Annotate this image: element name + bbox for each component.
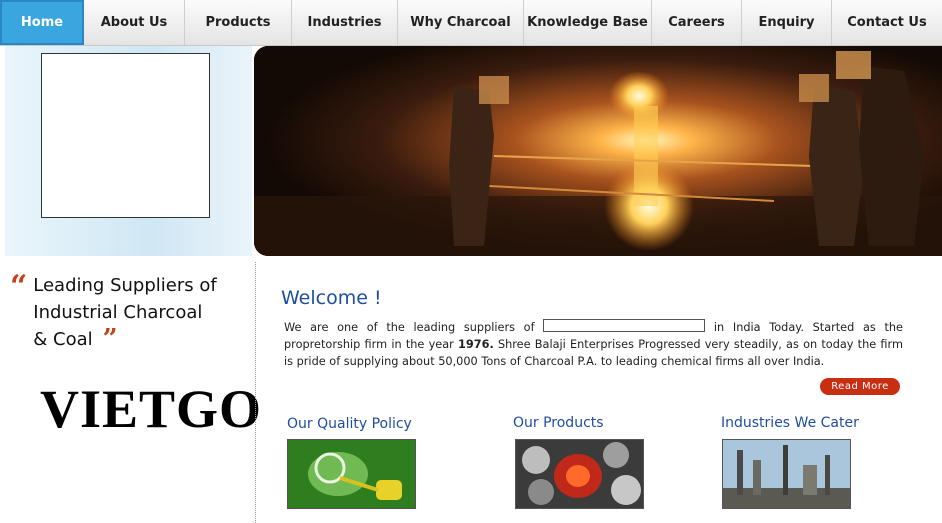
tagline: “ Leading Suppliers of Industrial Charco… [10,272,250,353]
read-more-button[interactable]: Read More [820,378,900,395]
column-divider [255,262,256,523]
logo-panel [5,46,252,256]
quality-policy-image[interactable] [287,439,416,509]
nav-careers[interactable]: Careers [652,0,742,45]
open-quote-icon: “ [10,269,28,304]
nav-home[interactable]: Home [0,0,84,45]
welcome-paragraph: We are one of the leading suppliers of i… [284,319,903,370]
quality-policy-title[interactable]: Our Quality Policy [287,416,412,432]
hero-banner-image [254,46,942,256]
industries-we-cater-title[interactable]: Industries We Cater [721,415,859,431]
nav-products[interactable]: Products [185,0,292,45]
welcome-year: 1976. [458,338,494,351]
watermark-text: VIETGO [40,379,263,439]
nav-contact-us[interactable]: Contact Us [832,0,942,45]
logo-placeholder[interactable] [41,53,210,218]
nav-industries[interactable]: Industries [292,0,398,45]
tagline-line-2: Industrial Charcoal [33,302,203,323]
welcome-text-1: We are one of the leading suppliers of [284,321,544,334]
our-products-title[interactable]: Our Products [513,415,604,431]
close-quote-icon: ” [102,324,118,354]
tagline-line-3: & Coal [33,329,93,350]
nav-about-us[interactable]: About Us [84,0,185,45]
nav-enquiry[interactable]: Enquiry [742,0,832,45]
our-products-image[interactable] [515,439,644,509]
industries-image[interactable] [722,439,851,509]
main-nav: Home About Us Products Industries Why Ch… [0,0,942,46]
nav-why-charcoal[interactable]: Why Charcoal [398,0,524,45]
blank-link-box[interactable] [543,319,706,332]
tagline-line-1: Leading Suppliers of [33,275,217,296]
welcome-heading: Welcome ! [281,287,382,309]
nav-knowledge-base[interactable]: Knowledge Base [524,0,652,45]
